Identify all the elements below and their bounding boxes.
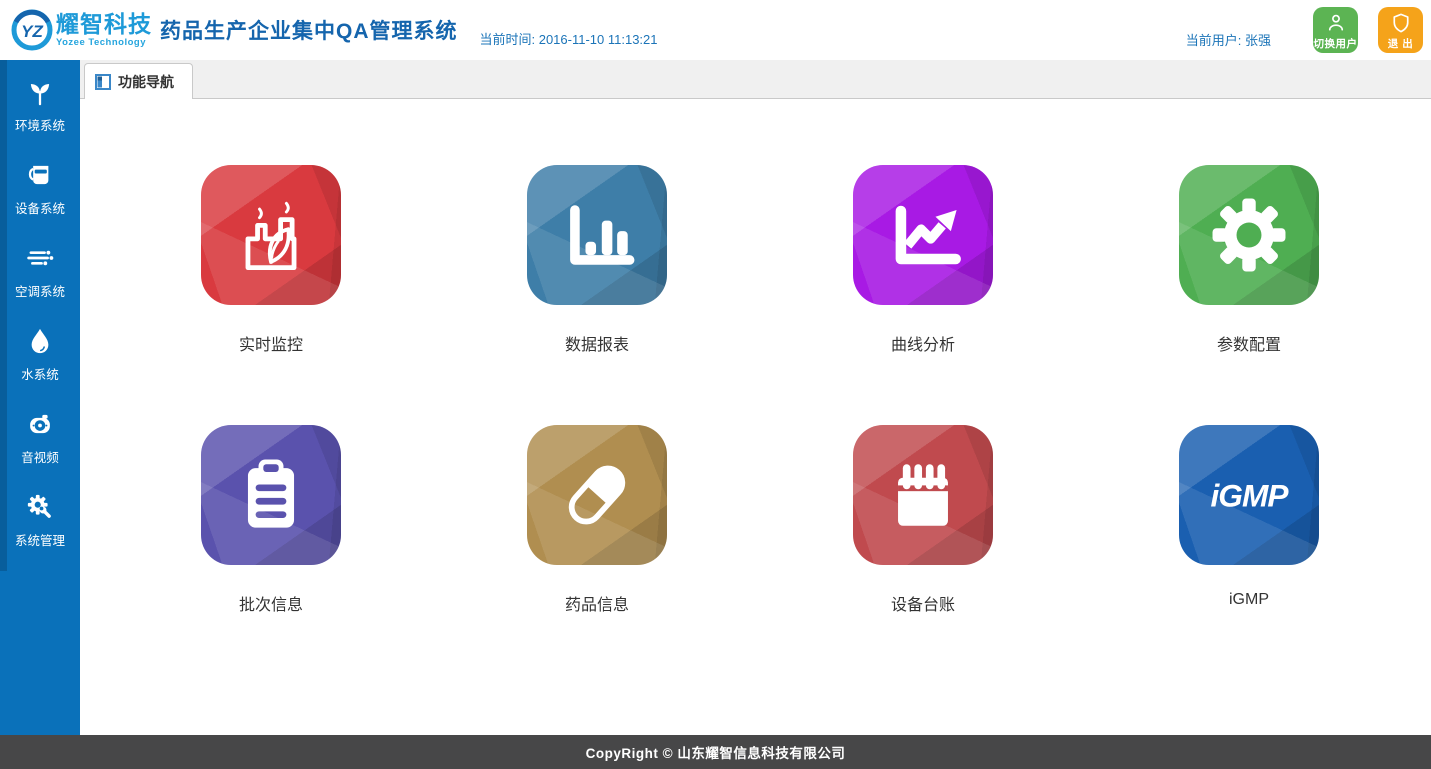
bar-chart-icon [549,187,645,283]
app-cell-parameter-config: 参数配置 [1179,165,1319,355]
logout-label: 退 出 [1388,36,1413,51]
window-layout-icon [95,74,111,90]
footer: CopyRight © 山东耀智信息科技有限公司 [0,735,1431,769]
content: 实时监控 数据报表 [80,99,1431,735]
app-label: 设备台账 [891,591,955,615]
sidebar-item-label: 设备系统 [15,198,65,217]
sidebar-item-hvac-system[interactable]: 空调系统 [0,239,80,322]
sidebar-item-environment-system[interactable]: 环境系统 [0,73,80,156]
sidebar-item-label: 环境系统 [15,115,65,134]
app-cell-realtime-monitoring: 实时监控 [201,165,341,355]
app-tile-batch-info[interactable] [201,425,341,565]
sidebar-item-equipment-system[interactable]: 设备系统 [0,156,80,239]
app-tile-data-reports[interactable] [527,165,667,305]
sidebar-item-water-system[interactable]: 水系统 [0,322,80,405]
app-label: 曲线分析 [891,331,955,355]
gear-icon [1201,187,1297,283]
shield-icon [1389,11,1413,35]
app-tile-drug-info[interactable] [527,425,667,565]
camera-icon [21,405,59,443]
app-cell-batch-info: 批次信息 [201,425,341,615]
logout-button[interactable]: 退 出 [1378,7,1423,53]
app-cell-data-reports: 数据报表 [527,165,667,355]
sidebar-item-audio-video[interactable]: 音视频 [0,405,80,488]
app-tile-parameter-config[interactable] [1179,165,1319,305]
sidebar-item-label: 空调系统 [15,281,65,300]
app-tile-equipment-ledger[interactable] [853,425,993,565]
clipboard-icon [223,447,319,543]
logo-brand-text: 耀智科技 [56,13,152,36]
app-tile-igmp[interactable]: iGMP [1179,425,1319,565]
copyright-text: CopyRight © 山东耀智信息科技有限公司 [586,742,846,762]
page: YZ 耀智科技 Yozee Technology 药品生产企业集中QA管理系统 … [0,0,1431,769]
app-label: iGMP [1229,591,1269,609]
tab-bar: 功能导航 [80,60,1431,99]
app-cell-equipment-ledger: 设备台账 [853,425,993,615]
app-tile-curve-analysis[interactable] [853,165,993,305]
page-title: 药品生产企业集中QA管理系统 [160,15,458,45]
capsule-icon [549,447,645,543]
app-tile-realtime-monitoring[interactable] [201,165,341,305]
current-user-label: 当前用户: 张强 [1186,30,1271,53]
igmp-text: iGMP [1210,478,1289,514]
gear-wrench-icon [21,488,59,526]
app-label: 药品信息 [565,591,629,615]
main-area: 功能导航 [80,60,1431,735]
igmp-logo-icon: iGMP [1201,447,1297,543]
bucket-icon [21,156,59,194]
switch-user-button[interactable]: 切换用户 [1313,7,1358,53]
app-label: 批次信息 [239,591,303,615]
eco-factory-icon [223,187,319,283]
header: YZ 耀智科技 Yozee Technology 药品生产企业集中QA管理系统 … [0,0,1431,60]
tab-label: 功能导航 [118,72,174,92]
water-drop-icon [21,322,59,360]
seedling-icon [21,73,59,111]
switch-user-label: 切换用户 [1314,36,1358,51]
company-logo: YZ 耀智科技 Yozee Technology [10,8,152,52]
tab-function-navigation[interactable]: 功能导航 [84,63,193,99]
current-time-label: 当前时间: 2016-11-10 11:13:21 [480,29,658,60]
app-label: 实时监控 [239,331,303,355]
app-cell-drug-info: 药品信息 [527,425,667,615]
sidebar-nav: 环境系统 设备系统 [0,60,80,571]
app-grid: 实时监控 数据报表 [80,99,1431,615]
logo-yz-icon: YZ [10,8,54,52]
sidebar: 环境系统 设备系统 [0,60,80,735]
wind-icon [21,239,59,277]
sidebar-item-label: 音视频 [21,447,59,466]
sidebar-item-system-management[interactable]: 系统管理 [0,488,80,571]
sidebar-item-label: 系统管理 [15,530,65,549]
app-cell-igmp: iGMP iGMP [1179,425,1319,615]
calendar-icon [875,447,971,543]
sidebar-item-label: 水系统 [21,364,59,383]
line-chart-icon [875,187,971,283]
logo-sub-text: Yozee Technology [56,38,152,48]
app-label: 数据报表 [565,331,629,355]
svg-text:YZ: YZ [21,22,43,41]
person-icon [1324,11,1348,35]
app-label: 参数配置 [1217,331,1281,355]
app-cell-curve-analysis: 曲线分析 [853,165,993,355]
